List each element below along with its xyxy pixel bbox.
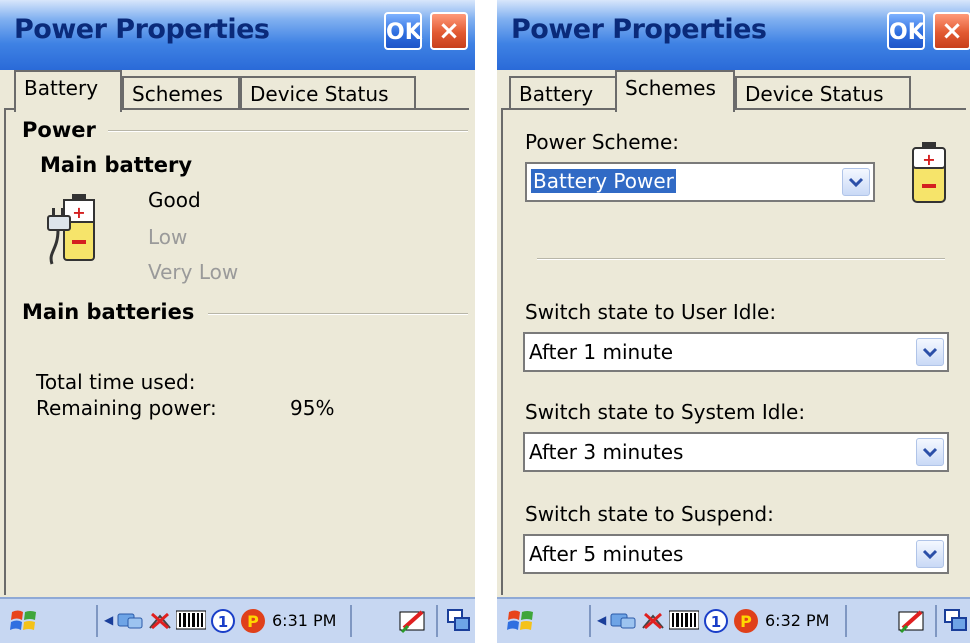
tab-schemes[interactable]: Schemes bbox=[122, 76, 240, 110]
system-idle-label: Switch state to System Idle: bbox=[525, 400, 806, 424]
suspend-select[interactable]: After 5 minutes bbox=[523, 534, 949, 574]
user-idle-label: Switch state to User Idle: bbox=[525, 300, 777, 324]
divider bbox=[208, 313, 468, 315]
chevron-down-icon[interactable] bbox=[916, 438, 944, 466]
window-title: Power Properties bbox=[511, 14, 767, 45]
svg-text:1: 1 bbox=[711, 613, 721, 631]
panel-border bbox=[501, 108, 503, 595]
tab-device-status[interactable]: Device Status bbox=[735, 76, 911, 110]
tab-battery[interactable]: Battery bbox=[14, 70, 122, 112]
suspend-value: After 5 minutes bbox=[529, 542, 684, 566]
divider bbox=[108, 130, 468, 132]
power-scheme-label: Power Scheme: bbox=[525, 130, 680, 154]
chevron-down-icon[interactable] bbox=[916, 540, 944, 568]
windows-start-icon[interactable] bbox=[507, 608, 535, 638]
title-bar: Power Properties OK × bbox=[497, 0, 970, 70]
barcode-icon[interactable] bbox=[175, 608, 207, 636]
tab-battery[interactable]: Battery bbox=[509, 76, 617, 110]
svg-text:P: P bbox=[740, 612, 752, 631]
svg-text:+: + bbox=[72, 203, 85, 222]
network-icon[interactable] bbox=[609, 608, 637, 636]
tab-schemes[interactable]: Schemes bbox=[615, 70, 735, 112]
main-batteries-heading: Main batteries bbox=[22, 300, 195, 324]
ok-button[interactable]: OK bbox=[887, 12, 925, 50]
input-1-icon[interactable]: 1 bbox=[210, 608, 236, 638]
signal-off-icon[interactable] bbox=[639, 608, 667, 636]
close-button[interactable]: × bbox=[430, 12, 468, 50]
input-1-icon[interactable]: 1 bbox=[703, 608, 729, 638]
user-idle-select[interactable]: After 1 minute bbox=[523, 332, 949, 372]
total-time-label: Total time used: bbox=[36, 370, 196, 394]
suspend-label: Switch state to Suspend: bbox=[525, 502, 774, 526]
tab-panel bbox=[6, 108, 469, 595]
power-p-icon[interactable]: P bbox=[733, 608, 759, 638]
remaining-power-label: Remaining power: bbox=[36, 396, 217, 420]
level-good: Good bbox=[148, 188, 201, 212]
ok-button[interactable]: OK bbox=[384, 12, 422, 50]
title-bar: Power Properties OK × bbox=[0, 0, 475, 70]
window-switch-icon[interactable] bbox=[943, 608, 969, 638]
level-very-low: Very Low bbox=[148, 260, 239, 284]
power-scheme-value: Battery Power bbox=[531, 169, 676, 193]
remaining-power-value: 95% bbox=[290, 396, 335, 420]
scroll-left-icon[interactable]: ◀ bbox=[597, 613, 606, 627]
divider bbox=[537, 258, 945, 260]
taskbar: ◀ 1 bbox=[497, 597, 970, 643]
pen-input-icon[interactable] bbox=[398, 608, 428, 638]
system-idle-value: After 3 minutes bbox=[529, 440, 684, 464]
network-icon[interactable] bbox=[116, 608, 144, 636]
power-scheme-select[interactable]: Battery Power bbox=[525, 162, 875, 202]
barcode-icon[interactable] bbox=[668, 608, 700, 636]
scroll-left-icon[interactable]: ◀ bbox=[104, 613, 113, 627]
tab-device-status[interactable]: Device Status bbox=[240, 76, 416, 110]
svg-text:1: 1 bbox=[218, 613, 228, 631]
svg-text:P: P bbox=[247, 612, 259, 631]
tab-bar: Battery Schemes Device Status bbox=[0, 70, 475, 112]
schemes-tab-screen: Power Properties OK × Battery Schemes De… bbox=[497, 0, 970, 643]
svg-text:+: + bbox=[922, 150, 935, 169]
battery-tab-screen: Power Properties OK × Battery Schemes De… bbox=[0, 0, 475, 643]
clock[interactable]: 6:31 PM bbox=[272, 611, 336, 630]
window-title: Power Properties bbox=[14, 14, 270, 45]
user-idle-value: After 1 minute bbox=[529, 340, 674, 364]
battery-plug-icon: + bbox=[44, 190, 116, 274]
close-button[interactable]: × bbox=[933, 12, 970, 50]
tab-bar: Battery Schemes Device Status bbox=[497, 70, 970, 112]
taskbar: ◀ 1 bbox=[0, 597, 475, 643]
chevron-down-icon[interactable] bbox=[842, 168, 870, 196]
system-idle-select[interactable]: After 3 minutes bbox=[523, 432, 949, 472]
chevron-down-icon[interactable] bbox=[916, 338, 944, 366]
divider bbox=[475, 0, 497, 643]
section-power-heading: Power bbox=[22, 118, 96, 142]
power-p-icon[interactable]: P bbox=[240, 608, 266, 638]
clock[interactable]: 6:32 PM bbox=[765, 611, 829, 630]
battery-icon: + bbox=[909, 140, 949, 208]
level-low: Low bbox=[148, 225, 188, 249]
panel-border bbox=[4, 108, 6, 595]
pen-input-icon[interactable] bbox=[897, 608, 927, 638]
signal-off-icon[interactable] bbox=[146, 608, 174, 636]
main-battery-heading: Main battery bbox=[40, 153, 193, 177]
window-switch-icon[interactable] bbox=[446, 608, 472, 638]
windows-start-icon[interactable] bbox=[10, 608, 38, 638]
